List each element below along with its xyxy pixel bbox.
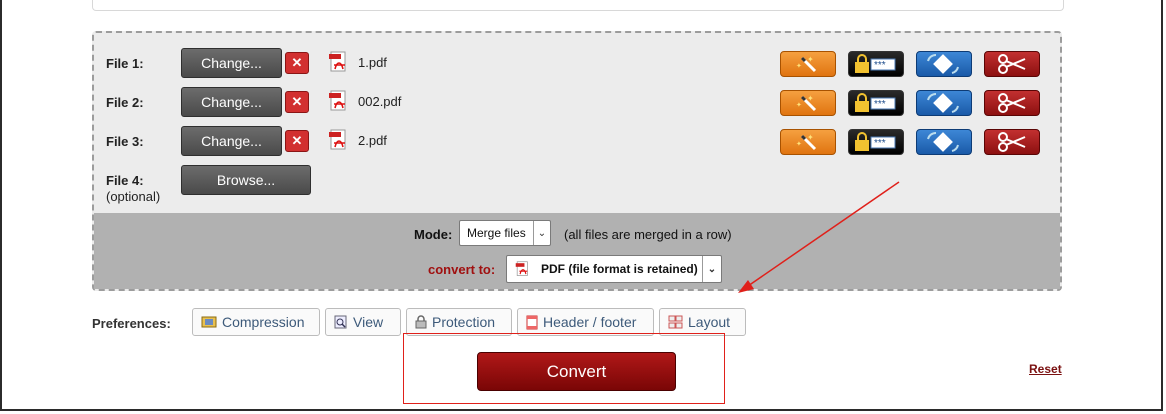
svg-text:✦: ✦ [796, 62, 802, 70]
scissors-icon [998, 132, 1026, 152]
rotate-button[interactable] [916, 90, 972, 116]
pdf-file-icon [329, 51, 346, 72]
tab-compression[interactable]: Compression [192, 308, 320, 336]
lock-password-icon: *** [855, 132, 896, 151]
file-row-4: File 4: (optional) Browse... [106, 165, 1046, 205]
reset-link[interactable]: Reset [1029, 362, 1062, 376]
grid-layout-icon [668, 315, 683, 329]
rotate-icon [927, 54, 959, 74]
split-button[interactable] [984, 90, 1040, 116]
pdf-file-icon [515, 261, 528, 276]
pdf-file-icon [329, 90, 346, 111]
convert-button[interactable]: Convert [477, 352, 676, 391]
tab-header-footer[interactable]: Header / footer [517, 308, 654, 336]
mode-select[interactable]: Merge files ⌄ [459, 220, 551, 246]
split-button[interactable] [984, 51, 1040, 77]
magic-wand-icon: ✦✦ [796, 94, 817, 112]
file-label: File 3: [106, 134, 144, 149]
rotate-icon [927, 93, 959, 113]
top-panel-edge [92, 0, 1064, 11]
protect-button[interactable]: *** [848, 129, 904, 155]
magic-wand-icon: ✦✦ [796, 133, 817, 151]
browse-file-button[interactable]: Browse... [181, 165, 311, 195]
change-file-button[interactable]: Change... [181, 126, 282, 156]
mode-label: Mode: [414, 227, 453, 242]
lock-password-icon: *** [855, 54, 896, 73]
remove-file-icon[interactable]: ✕ [285, 52, 309, 74]
chevron-down-icon: ⌄ [533, 221, 550, 245]
tab-label: Header / footer [543, 314, 637, 330]
magnifier-icon [334, 315, 348, 329]
remove-file-icon[interactable]: ✕ [285, 91, 309, 113]
magic-wand-button[interactable]: ✦ ✦ [780, 129, 836, 155]
tab-layout[interactable]: Layout [659, 308, 746, 336]
rotate-button[interactable] [916, 129, 972, 155]
mode-select-value: Merge files [467, 226, 526, 240]
file-upload-panel: File 1: Change... ✕ 1.pdf ✦ ✦ *** File 2:… [92, 31, 1062, 291]
page-header-icon [526, 315, 538, 330]
file-optional-note: (optional) [106, 189, 161, 204]
svg-text:✦: ✦ [807, 94, 814, 103]
protect-button[interactable]: *** [848, 90, 904, 116]
file-label: File 2: [106, 95, 144, 110]
file-label: File 4: [106, 173, 144, 188]
change-file-button[interactable]: Change... [181, 87, 282, 117]
file-name: 002.pdf [358, 94, 402, 109]
compression-icon [201, 315, 217, 329]
convert-to-select[interactable]: PDF (file format is retained) ⌄ [506, 255, 722, 283]
file-row-2: File 2: Change... ✕ 002.pdf ✦ ✦ *** [106, 87, 1046, 117]
rotate-icon [927, 132, 959, 152]
file-row-1: File 1: Change... ✕ 1.pdf ✦ ✦ *** [106, 48, 1046, 78]
tab-protection[interactable]: Protection [406, 308, 512, 336]
tab-view[interactable]: View [325, 308, 401, 336]
rotate-button[interactable] [916, 51, 972, 77]
convert-to-label: convert to: [428, 262, 496, 277]
change-file-button[interactable]: Change... [181, 48, 282, 78]
svg-text:✦: ✦ [796, 101, 802, 109]
magic-wand-button[interactable]: ✦ ✦ [780, 90, 836, 116]
pdf-file-icon [329, 129, 346, 150]
magic-wand-icon: ✦✦ [796, 55, 817, 73]
protect-button[interactable]: *** [848, 51, 904, 77]
preferences-label: Preferences: [92, 316, 171, 331]
split-button[interactable] [984, 129, 1040, 155]
remove-file-icon[interactable]: ✕ [285, 130, 309, 152]
tab-label: Layout [688, 314, 731, 330]
file-label: File 1: [106, 56, 144, 71]
svg-text:✦: ✦ [807, 133, 814, 142]
svg-text:***: *** [874, 138, 886, 149]
svg-text:✦: ✦ [807, 55, 814, 64]
file-row-3: File 3: Change... ✕ 2.pdf ✦ ✦ *** [106, 126, 1046, 156]
magic-wand-button[interactable]: ✦ ✦ [780, 51, 836, 77]
scissors-icon [998, 54, 1026, 74]
chevron-down-icon: ⌄ [702, 256, 721, 282]
mode-settings: Mode: Merge files ⌄ (all files are merge… [94, 213, 1060, 289]
file-name: 1.pdf [358, 55, 387, 70]
svg-text:***: *** [874, 60, 886, 71]
lock-password-icon: *** [855, 93, 896, 112]
lock-icon [415, 315, 427, 329]
tab-label: Compression [222, 314, 305, 330]
convert-to-value: PDF (file format is retained) [541, 262, 698, 276]
tab-label: Protection [432, 314, 496, 330]
svg-text:✦: ✦ [796, 140, 802, 148]
file-name: 2.pdf [358, 133, 387, 148]
mode-hint: (all files are merged in a row) [564, 227, 732, 242]
tab-label: View [353, 314, 384, 330]
svg-text:***: *** [874, 99, 886, 110]
scissors-icon [998, 93, 1026, 113]
